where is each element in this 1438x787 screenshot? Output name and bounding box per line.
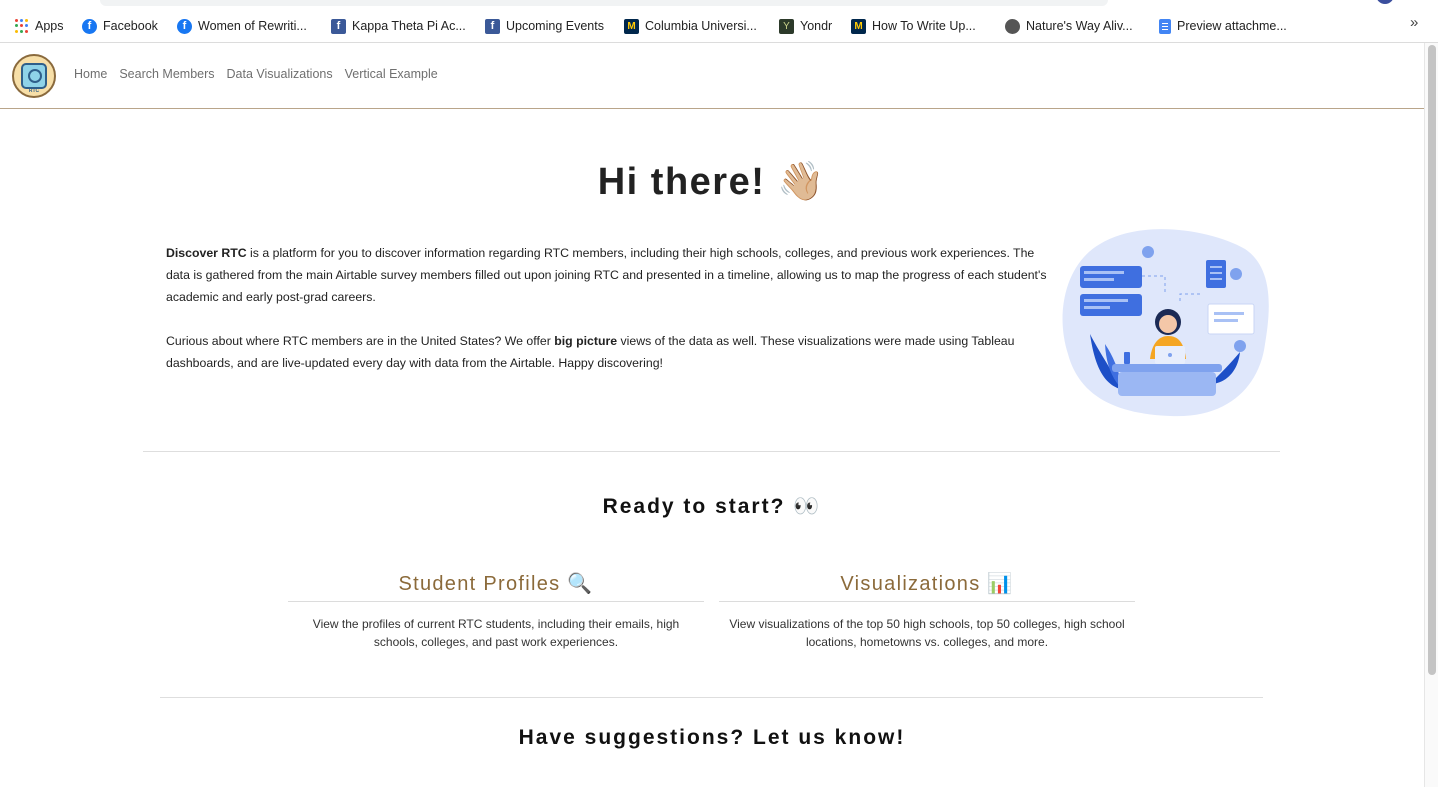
section-divider xyxy=(160,697,1263,698)
bookmark-label: Upcoming Events xyxy=(506,19,604,33)
nav-home[interactable]: Home xyxy=(74,67,107,81)
intro-bold: big picture xyxy=(554,334,618,348)
student-profiles-card[interactable]: Student Profiles 🔍 View the profiles of … xyxy=(288,566,704,651)
intro-text: Discover RTC is a platform for you to di… xyxy=(166,242,1058,374)
facebook-icon: f xyxy=(82,18,97,34)
bookmark-apps[interactable]: Apps xyxy=(14,16,64,36)
bookmark-label: Apps xyxy=(35,19,64,33)
visualizations-description: View visualizations of the top 50 high s… xyxy=(729,617,1125,649)
bookmark-upcoming-events[interactable]: f Upcoming Events xyxy=(485,16,604,36)
visualizations-card[interactable]: Visualizations 📊 View visualizations of … xyxy=(719,566,1135,651)
facebook-square-icon: f xyxy=(331,18,346,34)
facebook-square-icon: f xyxy=(485,18,500,34)
student-profiles-title[interactable]: Student Profiles 🔍 xyxy=(288,566,704,602)
apps-grid-icon xyxy=(14,18,29,34)
bookmark-label: Columbia Universi... xyxy=(645,19,757,33)
university-m-icon: M xyxy=(624,18,639,34)
intro-paragraph-1: Discover RTC is a platform for you to di… xyxy=(166,242,1058,308)
visualizations-title[interactable]: Visualizations 📊 xyxy=(719,566,1135,602)
bookmark-columbia[interactable]: M Columbia Universi... xyxy=(624,16,757,36)
nav-data-visualizations[interactable]: Data Visualizations xyxy=(227,67,333,81)
ready-to-start-title: Ready to start? 👀 xyxy=(602,495,822,518)
hero-title: Hi there! 👋🏼 xyxy=(597,161,827,203)
profile-avatar[interactable] xyxy=(1376,0,1394,4)
bookmark-label: Facebook xyxy=(103,19,158,33)
nav-search-members[interactable]: Search Members xyxy=(119,67,214,81)
document-icon xyxy=(1159,18,1171,34)
hero-illustration xyxy=(1062,229,1269,417)
intro-text-run: is a platform for you to discover inform… xyxy=(166,246,1047,304)
bookmark-facebook[interactable]: f Facebook xyxy=(82,16,158,36)
bookmark-label: Women of Rewriti... xyxy=(198,19,307,33)
bookmarks-bar: Apps f Facebook f Women of Rewriti... f … xyxy=(0,0,1438,43)
bookmark-how-to-write[interactable]: M How To Write Up... xyxy=(851,16,976,36)
bookmark-label: Yondr xyxy=(800,19,833,33)
bookmark-label: Preview attachme... xyxy=(1177,19,1287,33)
section-divider xyxy=(143,451,1280,452)
more-bookmarks-chevron-icon[interactable]: » xyxy=(1410,14,1418,31)
university-m-icon: M xyxy=(851,18,866,34)
bookmark-natures-way[interactable]: Nature's Way Aliv... xyxy=(1005,16,1133,36)
yondr-icon: Y xyxy=(779,18,794,34)
suggestions-title: Have suggestions? Let us know! xyxy=(518,726,906,749)
magnifier-logo-icon xyxy=(21,63,47,89)
bookmark-label: Kappa Theta Pi Ac... xyxy=(352,19,466,33)
logo-text: RTC xyxy=(28,88,40,94)
bookmark-preview-attachment[interactable]: Preview attachme... xyxy=(1159,16,1287,36)
bookmark-women-of-rewriting[interactable]: f Women of Rewriti... xyxy=(177,16,307,36)
scrollbar-thumb[interactable] xyxy=(1428,45,1436,675)
bookmark-label: Nature's Way Aliv... xyxy=(1026,19,1133,33)
intro-paragraph-2: Curious about where RTC members are in t… xyxy=(166,330,1058,374)
globe-icon xyxy=(1005,18,1020,34)
address-bar-edge xyxy=(100,0,1108,6)
facebook-icon: f xyxy=(177,18,192,34)
page-scrollbar[interactable] xyxy=(1424,43,1438,787)
nav-vertical-example[interactable]: Vertical Example xyxy=(345,67,438,81)
nav-links: Home Search Members Data Visualizations … xyxy=(74,67,438,81)
site-navbar: RTC Home Search Members Data Visualizati… xyxy=(0,43,1424,109)
bookmark-label: How To Write Up... xyxy=(872,19,976,33)
bookmark-kappa-theta-pi[interactable]: f Kappa Theta Pi Ac... xyxy=(331,16,466,36)
bookmark-yondr[interactable]: Y Yondr xyxy=(779,16,832,36)
intro-bold: Discover RTC xyxy=(166,246,247,260)
student-profiles-description: View the profiles of current RTC student… xyxy=(312,617,680,649)
rtc-logo[interactable]: RTC xyxy=(12,54,56,98)
intro-text-run: Curious about where RTC members are in t… xyxy=(166,334,555,348)
